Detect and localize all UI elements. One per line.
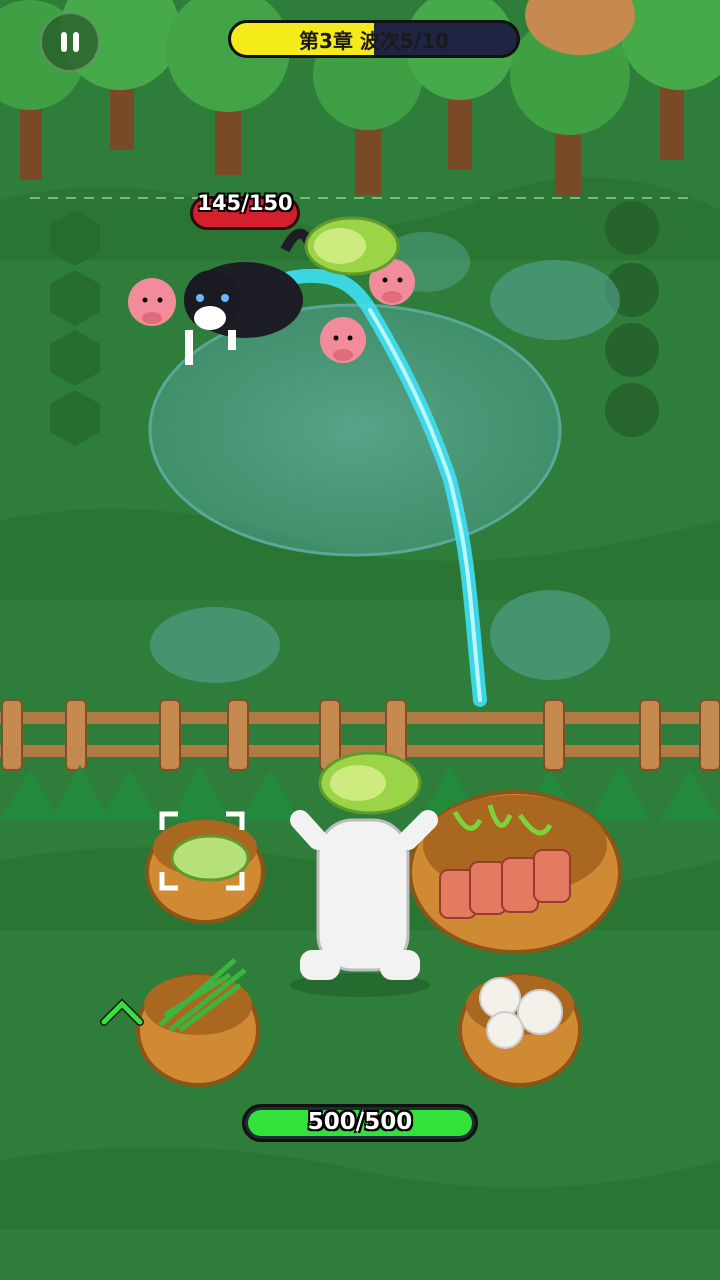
enemy-health-bar: 145/150	[190, 191, 300, 230]
basket-meat-vegetables[interactable]	[408, 790, 622, 954]
player-health-bar: 500/500	[242, 1104, 478, 1142]
enemy-pig[interactable]	[320, 317, 366, 363]
pause-button[interactable]	[40, 12, 100, 72]
cabbage-projectile	[304, 216, 400, 276]
pause-icon	[61, 32, 67, 52]
game-scene	[0, 0, 720, 1280]
chapter-wave-label: 第3章 波次5/10	[299, 28, 449, 53]
enemy-pig[interactable]	[128, 278, 176, 326]
player-health-text: 500/500	[307, 1109, 413, 1135]
enemy-health-text: 145/150	[197, 191, 293, 215]
basket-dumplings[interactable]	[458, 973, 582, 1087]
top-hud: 第3章 波次5/10	[0, 0, 720, 80]
wave-progress-bar: 第3章 波次5/10	[228, 20, 520, 58]
basket-cabbage[interactable]	[145, 820, 265, 924]
